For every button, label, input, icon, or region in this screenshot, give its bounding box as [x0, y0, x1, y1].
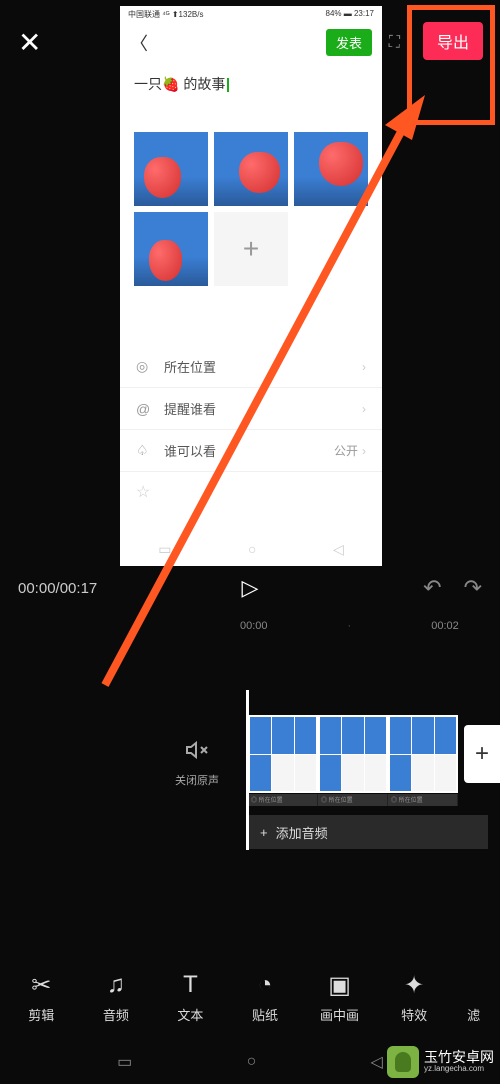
image-grid: +: [120, 102, 382, 296]
tool-edit[interactable]: ✂ 剪辑: [11, 972, 71, 1024]
nav-back-icon: ◁: [333, 541, 344, 558]
redo-button[interactable]: ↷: [464, 575, 482, 601]
pip-icon: ▣: [328, 972, 351, 998]
tool-text[interactable]: T 文本: [160, 972, 220, 1024]
watermark-logo: [387, 1046, 419, 1078]
chevron-right-icon: ›: [362, 444, 366, 458]
mention-option: @ 提醒谁看 ›: [120, 388, 382, 430]
mute-original-button[interactable]: 关闭原声: [175, 738, 219, 788]
image-thumb: [134, 212, 208, 286]
video-clip[interactable]: [248, 715, 458, 793]
watermark-url: yz.langecha.com: [424, 1065, 494, 1074]
effects-icon: ✦: [404, 972, 424, 998]
phone-preview-screen: 中国联通 ⁴ᴳ ⬆132B/s 84% ▬ 23:17 〈 发表 ⛶ 一只🍓 的…: [120, 6, 382, 566]
tool-filter[interactable]: 滤: [459, 972, 489, 1024]
maximize-icon: ⛶: [389, 34, 400, 52]
publish-button: 发表: [326, 29, 372, 56]
image-thumb: [214, 132, 288, 206]
location-option: ◎ 所在位置 ›: [120, 346, 382, 388]
close-button[interactable]: ✕: [18, 26, 41, 59]
tool-effects[interactable]: ✦ 特效: [384, 972, 444, 1024]
undo-button[interactable]: ↶: [423, 575, 441, 601]
export-button[interactable]: 导出: [423, 22, 483, 60]
nav-recent-icon: ▭: [158, 541, 171, 558]
music-icon: ♫: [107, 972, 125, 998]
location-icon: ◎: [136, 358, 154, 375]
tool-pip[interactable]: ▣ 画中画: [310, 972, 370, 1024]
image-thumb: [134, 132, 208, 206]
post-title-input: 一只🍓 的故事: [120, 62, 382, 102]
add-audio-track[interactable]: + 添加音频: [248, 815, 488, 849]
nav-home-icon: ○: [248, 541, 256, 558]
clip-caption-track: ◎ 所在位置 ◎ 所在位置 ◎ 所在位置: [248, 794, 458, 806]
back-arrow-icon: 〈: [130, 30, 148, 56]
tool-sticker[interactable]: ◔ 贴纸: [235, 972, 295, 1024]
plus-icon: +: [260, 825, 268, 840]
image-thumb: [294, 132, 368, 206]
chevron-right-icon: ›: [362, 402, 366, 416]
speaker-mute-icon: [175, 738, 219, 768]
person-icon: ♤: [136, 442, 154, 459]
status-right: 84% ▬ 23:17: [326, 9, 374, 20]
status-left: 中国联通 ⁴ᴳ ⬆132B/s: [128, 9, 203, 20]
nav-home-icon[interactable]: ○: [247, 1053, 257, 1071]
timeline-ruler: 00:00 · 00:02 ·: [0, 620, 500, 632]
add-image-button: +: [214, 212, 288, 286]
sticker-icon: ◔: [258, 972, 273, 998]
tool-audio[interactable]: ♫ 音频: [86, 972, 146, 1024]
favorite-icon: ☆: [120, 472, 382, 512]
nav-recent-icon[interactable]: ▭: [117, 1052, 132, 1072]
time-display: 00:00/00:17: [18, 580, 97, 597]
timeline[interactable]: 关闭原声 ◎ 所在位置 ◎ 所在位置 ◎ 所在位置 + + 添加音频: [0, 690, 500, 850]
privacy-option: ♤ 谁可以看 公开 ›: [120, 430, 382, 472]
mention-icon: @: [136, 401, 154, 417]
nav-back-icon[interactable]: ◁: [371, 1052, 383, 1072]
scissors-icon: ✂: [31, 972, 51, 998]
add-clip-button[interactable]: +: [464, 725, 500, 783]
playhead[interactable]: [246, 690, 249, 850]
text-icon: T: [183, 972, 198, 998]
play-button[interactable]: ▷: [242, 575, 259, 601]
watermark: 玉竹安卓网 yz.langecha.com: [387, 1046, 494, 1078]
watermark-name: 玉竹安卓网: [424, 1050, 494, 1065]
chevron-right-icon: ›: [362, 360, 366, 374]
bottom-toolbar: ✂ 剪辑 ♫ 音频 T 文本 ◔ 贴纸 ▣ 画中画 ✦ 特效 滤: [0, 960, 500, 1036]
